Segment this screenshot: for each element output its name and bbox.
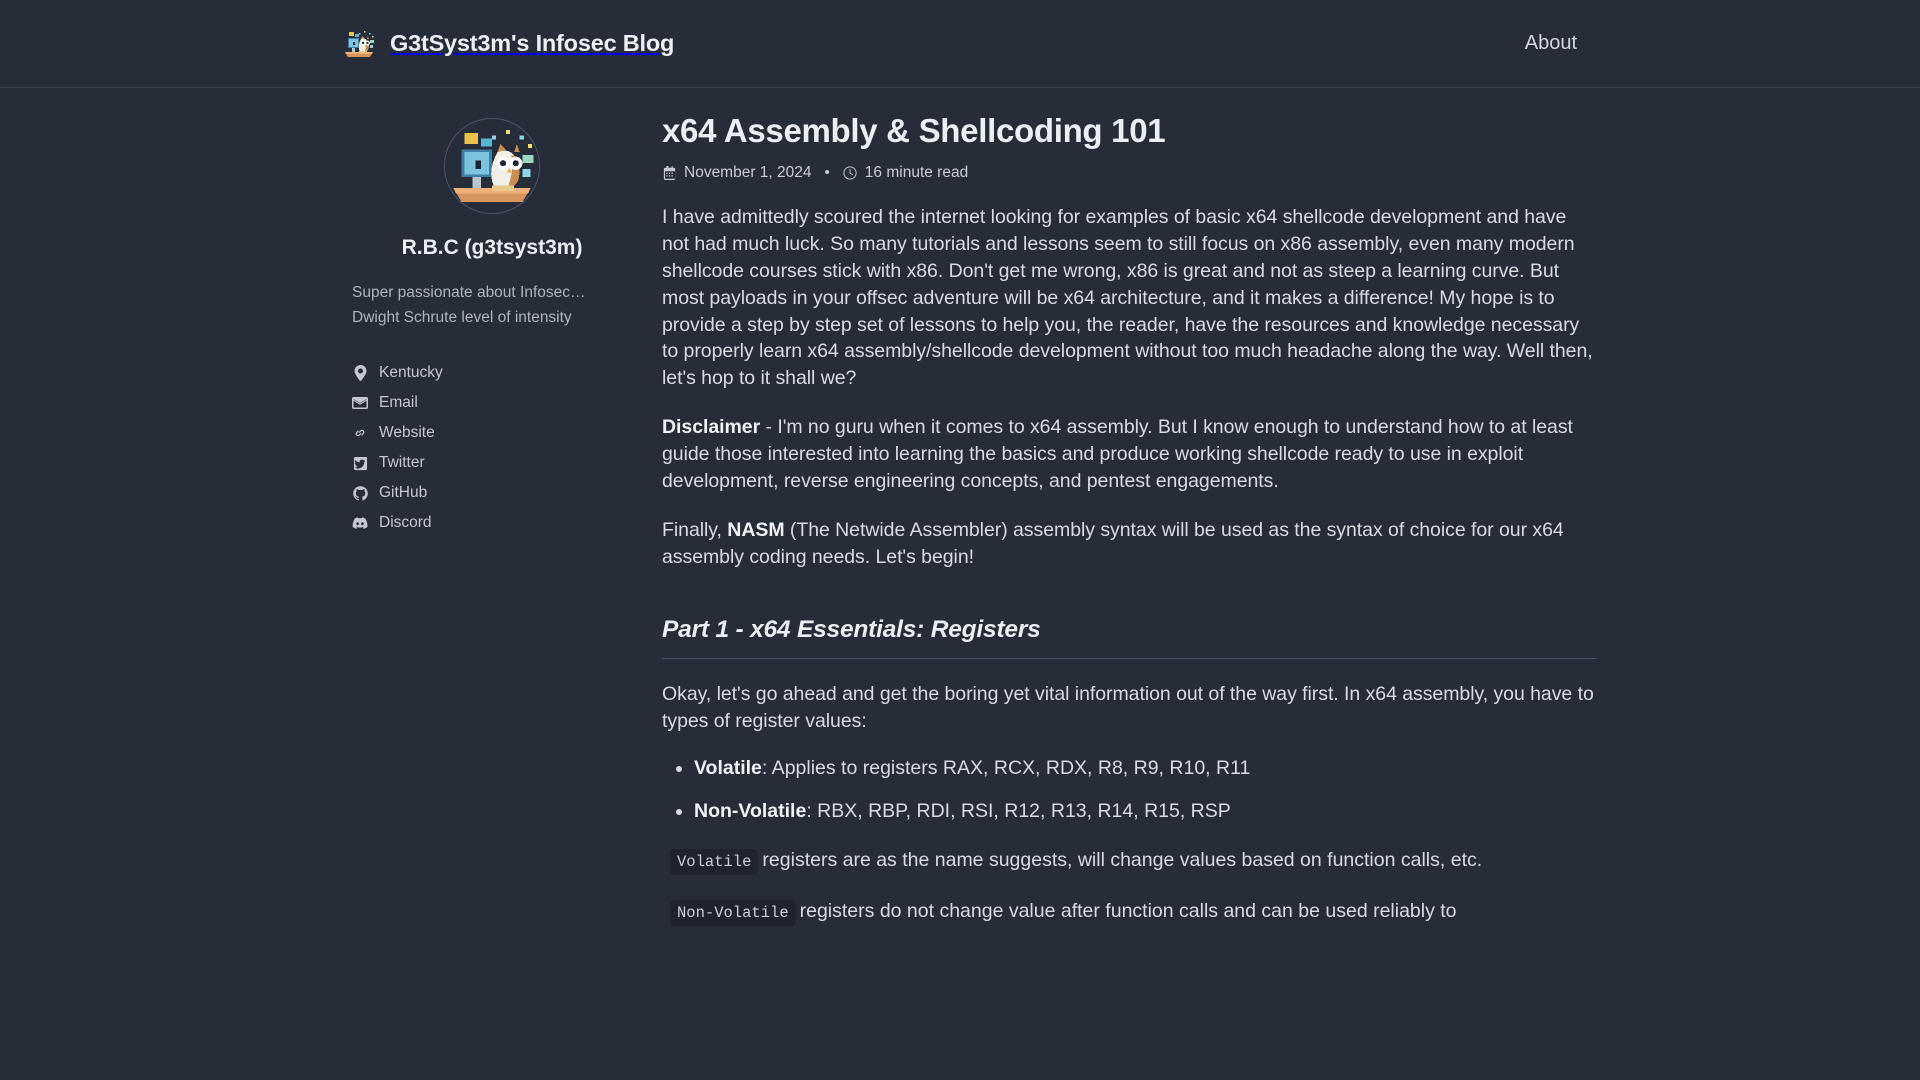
- social-links-list: Kentucky Email Website Twitter GitHub Di…: [342, 358, 642, 538]
- section-1-intro: Okay, let's go ahead and get the boring …: [662, 681, 1597, 735]
- author-sidebar: R.B.C (g3tsyst3m) Super passionate about…: [342, 110, 642, 925]
- discord-icon: [352, 515, 368, 531]
- sidebar-item-discord-label: Discord: [379, 515, 432, 531]
- link-chain-icon: [352, 425, 368, 441]
- meta-separator: •: [825, 164, 830, 181]
- inline-code-non-volatile: Non-Volatile: [670, 900, 796, 926]
- sidebar-item-email[interactable]: Email: [352, 388, 642, 418]
- calendar-icon: [662, 165, 677, 180]
- sidebar-item-github[interactable]: GitHub: [352, 478, 642, 508]
- github-icon: [352, 485, 368, 501]
- author-bio-line-2: Dwight Schrute level of intensity: [352, 305, 602, 330]
- primary-nav: About: [1525, 32, 1577, 55]
- nasm-prefix: Finally,: [662, 519, 727, 541]
- non-volatile-note-text: registers do not change value after func…: [800, 900, 1457, 922]
- register-types-list: Volatile: Applies to registers RAX, RCX,…: [662, 755, 1597, 825]
- disclaimer-paragraph: Disclaimer - I'm no guru when it comes t…: [662, 414, 1597, 495]
- author-bio-line-1: Super passionate about Infosec…: [352, 280, 602, 305]
- sidebar-item-website[interactable]: Website: [352, 418, 642, 448]
- non-volatile-note: Non-Volatile registers do not change valu…: [662, 897, 1597, 925]
- nasm-paragraph: Finally, NASM (The Netwide Assembler) as…: [662, 517, 1597, 571]
- volatile-note: Volatile registers are as the name sugges…: [662, 846, 1597, 874]
- brand-home-link[interactable]: G3tSyst3m's Infosec Blog: [342, 27, 674, 61]
- list-item: Non-Volatile: RBX, RBP, RDI, RSI, R12, R…: [694, 798, 1597, 825]
- avatar-wrapper: [342, 118, 642, 214]
- sidebar-item-location[interactable]: Kentucky: [352, 358, 642, 388]
- author-name: R.B.C (g3tsyst3m): [342, 236, 642, 260]
- bullet-label-volatile: Volatile: [694, 757, 762, 779]
- location-pin-icon: [352, 365, 368, 381]
- post-date: November 1, 2024: [662, 164, 812, 182]
- site-header: G3tSyst3m's Infosec Blog About: [0, 0, 1920, 88]
- section-divider: [662, 658, 1597, 659]
- sidebar-item-location-label: Kentucky: [379, 365, 443, 381]
- intro-paragraph: I have admittedly scoured the internet l…: [662, 204, 1597, 392]
- list-item: Volatile: Applies to registers RAX, RCX,…: [694, 755, 1597, 782]
- post-content: x64 Assembly & Shellcoding 101 November …: [662, 110, 1597, 925]
- nav-link-about[interactable]: About: [1525, 32, 1577, 55]
- site-title: G3tSyst3m's Infosec Blog: [390, 30, 674, 57]
- owl-computer-logo-icon: [342, 27, 376, 61]
- post-read-time: 16 minute read: [843, 164, 968, 182]
- sidebar-item-discord[interactable]: Discord: [352, 508, 642, 538]
- envelope-icon: [352, 395, 368, 411]
- sidebar-item-github-label: GitHub: [379, 485, 427, 501]
- twitter-icon: [352, 455, 368, 471]
- bullet-text-volatile: : Applies to registers RAX, RCX, RDX, R8…: [762, 757, 1250, 779]
- author-bio: Super passionate about Infosec… Dwight S…: [342, 280, 642, 330]
- sidebar-item-twitter[interactable]: Twitter: [352, 448, 642, 478]
- disclaimer-text: - I'm no guru when it comes to x64 assem…: [662, 416, 1573, 492]
- inline-code-volatile: Volatile: [670, 849, 758, 875]
- disclaimer-label: Disclaimer: [662, 416, 760, 438]
- volatile-note-text: registers are as the name suggests, will…: [762, 849, 1482, 871]
- bullet-label-non-volatile: Non-Volatile: [694, 800, 806, 822]
- bullet-text-non-volatile: : RBX, RBP, RDI, RSI, R12, R13, R14, R15…: [806, 800, 1230, 822]
- sidebar-item-email-label: Email: [379, 395, 418, 411]
- section-heading-part-1: Part 1 - x64 Essentials: Registers: [662, 616, 1597, 644]
- sidebar-item-website-label: Website: [379, 425, 435, 441]
- clock-icon: [843, 165, 858, 180]
- sidebar-item-twitter-label: Twitter: [379, 455, 425, 471]
- nasm-label: NASM: [727, 519, 784, 541]
- page-body: R.B.C (g3tsyst3m) Super passionate about…: [0, 88, 1920, 925]
- owl-avatar-image: [444, 118, 540, 214]
- post-meta: November 1, 2024 • 16 minute read: [662, 164, 1597, 182]
- post-read-time-text: 16 minute read: [865, 164, 968, 182]
- nasm-suffix: (The Netwide Assembler) assembly syntax …: [662, 519, 1564, 568]
- page-title: x64 Assembly & Shellcoding 101: [662, 112, 1597, 151]
- post-date-text: November 1, 2024: [684, 164, 812, 182]
